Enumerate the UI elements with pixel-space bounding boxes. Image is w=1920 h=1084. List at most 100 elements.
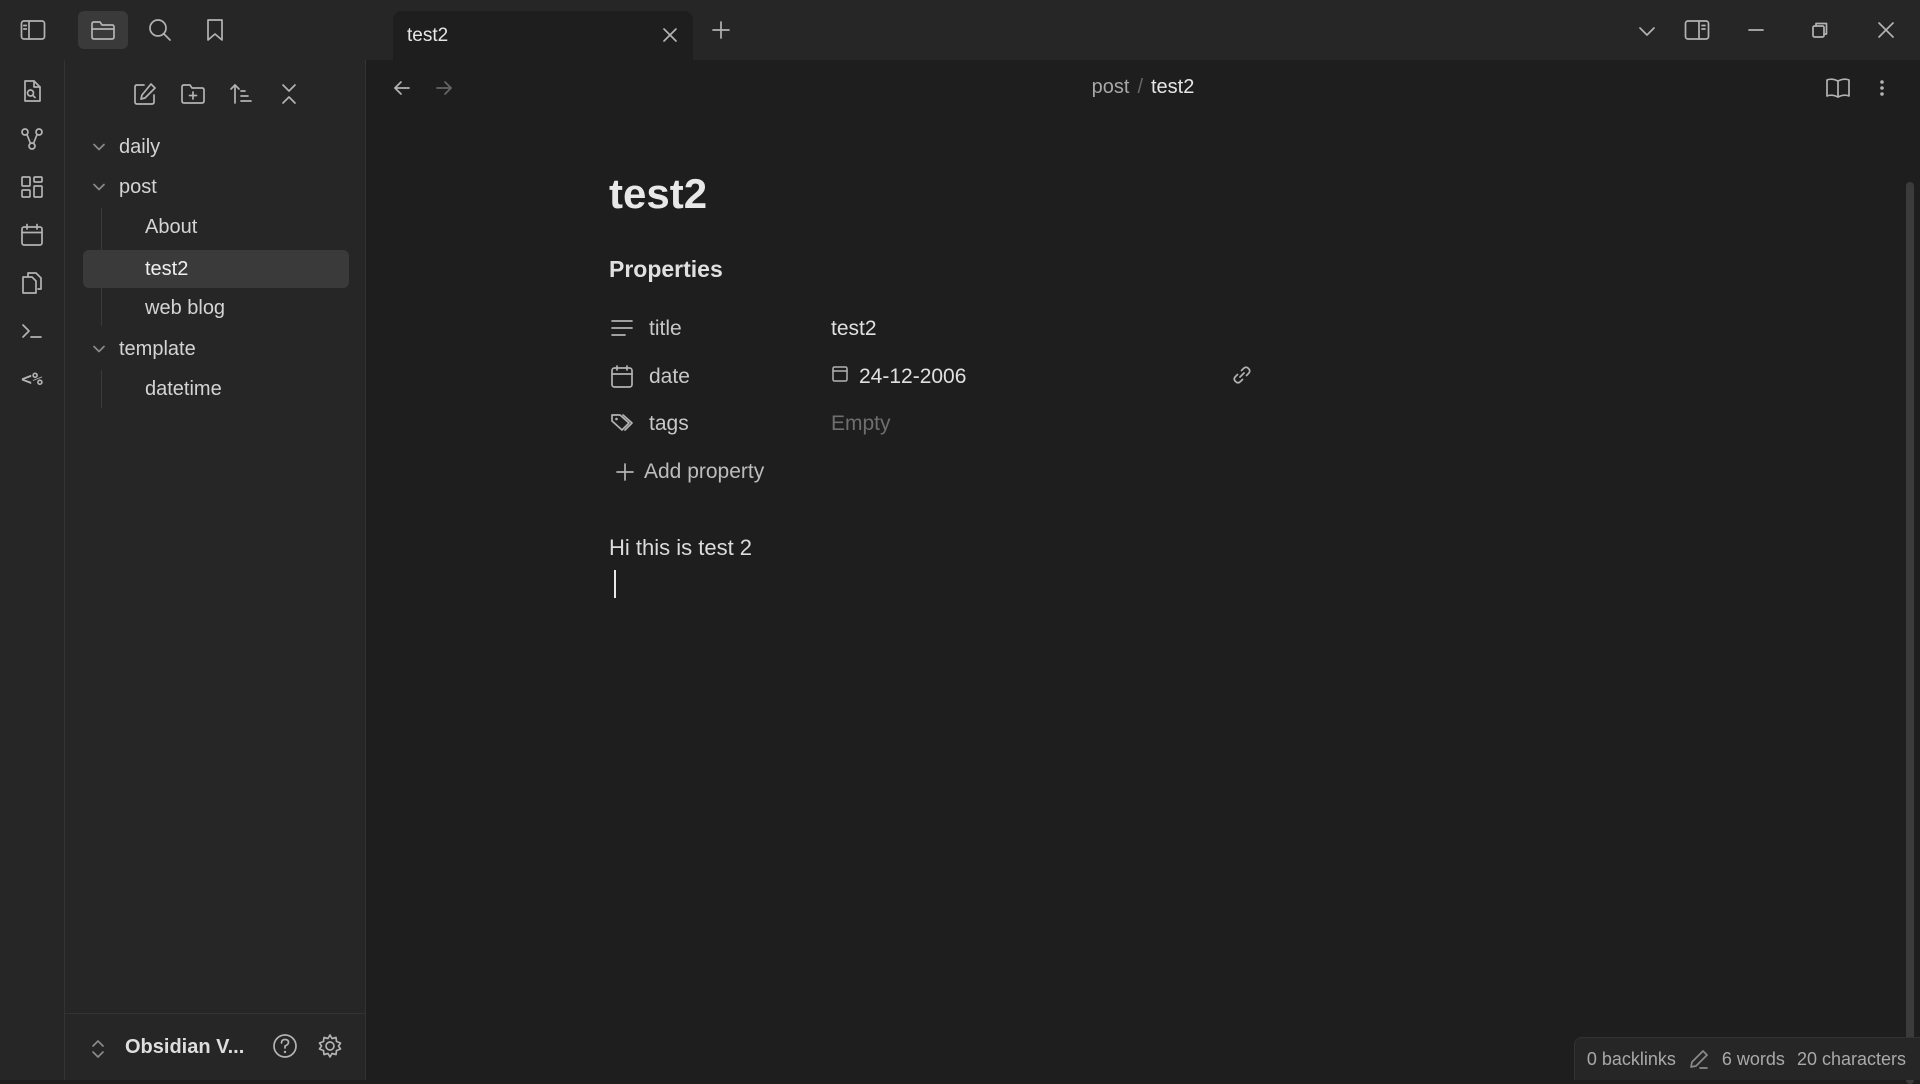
property-key[interactable]: tags (649, 412, 689, 436)
add-property-label: Add property (644, 460, 765, 483)
breadcrumb-separator: / (1137, 76, 1143, 98)
file-label: About (145, 215, 198, 238)
property-key[interactable]: date (649, 365, 690, 389)
title-bar: test2 (0, 0, 1920, 60)
chevrons-collapse-icon (282, 84, 296, 104)
folder-label: template (119, 337, 196, 360)
change-sort-order-button[interactable] (225, 78, 257, 110)
pencil-icon[interactable] (1688, 1048, 1710, 1070)
sidebar-left-icon (20, 20, 46, 40)
folder-template[interactable]: template (83, 330, 349, 368)
restore-icon (1812, 22, 1828, 38)
property-value[interactable]: 24-12-2006 (859, 365, 966, 389)
breadcrumb-folder[interactable]: post (1092, 76, 1130, 98)
chevron-down-icon (1639, 27, 1655, 36)
property-key[interactable]: title (649, 317, 682, 341)
bookmarks-button[interactable] (198, 13, 232, 47)
text-align-left-icon[interactable] (609, 316, 635, 340)
add-property-button[interactable]: Add property (614, 460, 764, 484)
insert-template-button[interactable] (16, 267, 48, 299)
settings-button[interactable] (316, 1032, 346, 1062)
calendar-icon[interactable] (609, 364, 635, 390)
minimize-icon (1748, 29, 1764, 31)
help-button[interactable] (271, 1032, 301, 1062)
file-label: datetime (145, 377, 222, 400)
breadcrumb: post / test2 (366, 76, 1920, 99)
more-options-button[interactable] (1872, 74, 1896, 106)
close-tab-button[interactable] (659, 24, 681, 46)
sidebar-right-icon (1684, 20, 1710, 40)
link-icon[interactable] (1231, 364, 1253, 386)
restore-window-button[interactable] (1804, 14, 1836, 46)
bookmark-icon (207, 19, 223, 41)
open-command-palette-button[interactable] (16, 315, 48, 347)
file-about[interactable]: About (83, 208, 349, 246)
note-title[interactable]: test2 (609, 170, 707, 218)
folder-icon (91, 21, 115, 40)
text-cursor (614, 570, 616, 598)
property-value[interactable]: test2 (831, 317, 877, 341)
close-window-button[interactable] (1870, 14, 1902, 46)
ribbon: <% (0, 60, 65, 1080)
chevron-down-icon (93, 345, 105, 353)
file-datetime[interactable]: datetime (83, 370, 349, 408)
folder-label: daily (119, 135, 161, 158)
search-button[interactable] (143, 13, 177, 47)
reading-view-button[interactable] (1824, 74, 1856, 106)
file-label: web blog (145, 296, 226, 319)
collapse-all-button[interactable] (273, 78, 305, 110)
property-tags: tags Empty (609, 403, 1209, 443)
property-value-empty[interactable]: Empty (831, 412, 891, 436)
folder-post[interactable]: post (83, 168, 349, 206)
chevrons-up-down-icon (92, 1040, 104, 1058)
vault-switcher-bar: Obsidian V... (65, 1013, 365, 1080)
new-note-button[interactable] (129, 78, 161, 110)
chevron-down-icon (93, 183, 105, 191)
toggle-right-sidebar-button[interactable] (1681, 14, 1713, 46)
files-icon (22, 272, 42, 294)
open-graph-view-button[interactable] (16, 123, 48, 155)
book-open-icon (1826, 78, 1850, 98)
open-canvas-button[interactable] (16, 171, 48, 203)
minimize-window-button[interactable] (1740, 14, 1772, 46)
close-icon (1878, 22, 1894, 38)
edit-icon (134, 83, 156, 105)
graph-icon (21, 128, 43, 150)
close-icon (663, 28, 677, 42)
editor-pane: post / test2 test2 Properties title test2 … (366, 60, 1920, 1084)
tab-list-button[interactable] (1632, 16, 1662, 46)
new-tab-button[interactable] (706, 15, 736, 45)
status-bar: 0 backlinks 6 words 20 characters (1573, 1037, 1920, 1080)
open-quick-switcher-button[interactable] (16, 75, 48, 107)
sort-icon (230, 84, 252, 104)
backlinks-count[interactable]: 0 backlinks (1587, 1049, 1676, 1070)
vault-name: Obsidian V... (125, 1036, 245, 1058)
files-view-button[interactable] (78, 11, 128, 49)
help-circle-icon (273, 1034, 297, 1058)
new-folder-button[interactable] (177, 78, 209, 110)
toggle-left-sidebar-button[interactable] (16, 14, 50, 46)
editor-scrollbar[interactable] (1906, 182, 1914, 1084)
chevron-down-icon (93, 143, 105, 151)
breadcrumb-note-title[interactable]: test2 (1151, 76, 1194, 98)
file-label: test2 (145, 257, 189, 280)
layout-dashboard-icon (21, 176, 43, 198)
templater-label: <% (21, 368, 43, 390)
search-icon (149, 19, 171, 41)
plus-icon (712, 21, 730, 39)
folder-daily[interactable]: daily (83, 128, 349, 166)
calendar-icon (21, 223, 43, 246)
tab-label: test2 (407, 25, 449, 46)
file-explorer-sidebar: daily post About test2 web blog template… (65, 60, 366, 1080)
tags-icon[interactable] (609, 411, 637, 435)
open-daily-note-button[interactable] (16, 219, 48, 251)
note-body-text[interactable]: Hi this is test 2 (609, 535, 752, 561)
templater-button[interactable]: <% (16, 363, 48, 395)
property-date: date 24-12-2006 (609, 356, 1251, 396)
file-test2[interactable]: test2 (83, 250, 349, 288)
file-web-blog[interactable]: web blog (83, 289, 349, 327)
tab-test2[interactable]: test2 (393, 11, 693, 60)
file-search-icon (24, 80, 41, 102)
properties-heading[interactable]: Properties (609, 256, 723, 283)
gear-icon (318, 1034, 342, 1058)
